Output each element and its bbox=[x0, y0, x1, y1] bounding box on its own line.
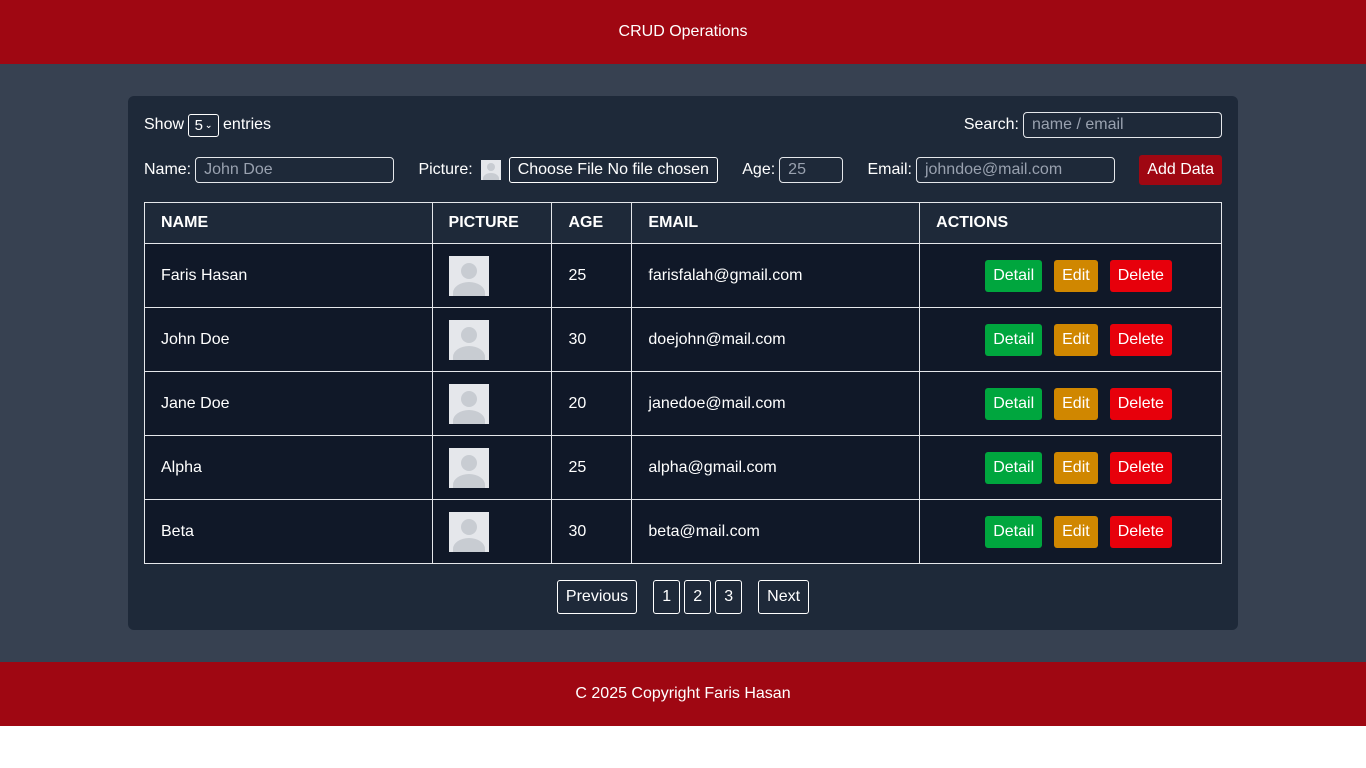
column-header-name: NAME bbox=[144, 202, 433, 244]
cell-age: 25 bbox=[551, 435, 633, 500]
detail-button[interactable]: Detail bbox=[985, 323, 1043, 356]
avatar bbox=[448, 511, 489, 552]
cell-picture bbox=[431, 435, 553, 500]
email-input[interactable]: johndoe@mail.com bbox=[915, 157, 1115, 183]
delete-button[interactable]: Delete bbox=[1109, 515, 1172, 548]
add-data-button[interactable]: Add Data bbox=[1139, 155, 1222, 185]
name-label: Name: bbox=[144, 161, 192, 178]
table-row: Beta 30 beta@mail.com Detail Edit Delete bbox=[144, 499, 1222, 564]
edit-button[interactable]: Edit bbox=[1054, 451, 1098, 484]
cell-name: Beta bbox=[144, 499, 433, 564]
column-header-email: EMAIL bbox=[631, 202, 921, 244]
table-controls: Show 5 ⌄ entries Search: name / email bbox=[144, 112, 1222, 138]
email-label: Email: bbox=[867, 161, 912, 178]
avatar bbox=[448, 255, 489, 296]
search-label: Search: bbox=[963, 116, 1019, 133]
add-data-form: Name: John Doe Picture: Choose File No f… bbox=[144, 155, 1222, 185]
column-header-age: AGE bbox=[551, 202, 633, 244]
cell-actions: Detail Edit Delete bbox=[919, 371, 1222, 436]
entries-select-value: 5 bbox=[194, 116, 203, 134]
cell-age: 30 bbox=[551, 307, 633, 372]
age-field-group: Age: 25 bbox=[742, 157, 844, 183]
avatar bbox=[448, 383, 489, 424]
top-header: CRUD Operations bbox=[0, 0, 1366, 64]
avatar bbox=[448, 447, 489, 488]
previous-page-button[interactable]: Previous bbox=[556, 580, 638, 614]
name-field-group: Name: John Doe bbox=[144, 157, 395, 183]
cell-picture bbox=[431, 243, 553, 308]
detail-button[interactable]: Detail bbox=[985, 515, 1043, 548]
chevron-down-icon: ⌄ bbox=[204, 119, 213, 130]
entries-label: entries bbox=[223, 116, 272, 133]
detail-button[interactable]: Detail bbox=[985, 387, 1043, 420]
cell-email: alpha@gmail.com bbox=[631, 435, 921, 500]
delete-button[interactable]: Delete bbox=[1109, 387, 1172, 420]
cell-age: 20 bbox=[551, 371, 633, 436]
cell-actions: Detail Edit Delete bbox=[919, 435, 1222, 500]
entries-control: Show 5 ⌄ entries bbox=[144, 113, 272, 137]
edit-button[interactable]: Edit bbox=[1054, 515, 1098, 548]
name-input[interactable]: John Doe bbox=[195, 157, 395, 183]
picture-preview-icon bbox=[480, 160, 501, 180]
picture-field-group: Picture: Choose File No file chosen bbox=[418, 157, 718, 183]
cell-age: 25 bbox=[551, 243, 633, 308]
column-header-picture: PICTURE bbox=[431, 202, 553, 244]
cell-name: John Doe bbox=[144, 307, 433, 372]
cell-email: beta@mail.com bbox=[631, 499, 921, 564]
show-label: Show bbox=[144, 116, 185, 133]
page-button-1[interactable]: 1 bbox=[653, 580, 681, 614]
cell-name: Faris Hasan bbox=[144, 243, 433, 308]
age-label: Age: bbox=[742, 161, 776, 178]
page-button-2[interactable]: 2 bbox=[684, 580, 712, 614]
table-row: Jane Doe 20 janedoe@mail.com Detail Edit… bbox=[144, 371, 1222, 436]
choose-file-button[interactable]: Choose File No file chosen bbox=[508, 157, 718, 183]
table-row: Alpha 25 alpha@gmail.com Detail Edit Del… bbox=[144, 435, 1222, 500]
pagination: Previous 1 2 3 Next bbox=[128, 580, 1238, 614]
cell-email: doejohn@mail.com bbox=[631, 307, 921, 372]
cell-name: Jane Doe bbox=[144, 371, 433, 436]
search-control: Search: name / email bbox=[964, 112, 1222, 138]
users-table: NAME PICTURE AGE EMAIL ACTIONS Faris Has… bbox=[144, 202, 1222, 564]
avatar bbox=[448, 319, 489, 360]
cell-actions: Detail Edit Delete bbox=[919, 243, 1222, 308]
next-page-button[interactable]: Next bbox=[758, 580, 810, 614]
page-footer: C 2025 Copyright Faris Hasan bbox=[0, 662, 1366, 726]
entries-select[interactable]: 5 ⌄ bbox=[188, 113, 220, 137]
cell-picture bbox=[431, 371, 553, 436]
copyright-text: C 2025 Copyright Faris Hasan bbox=[575, 685, 791, 702]
table-header-row: NAME PICTURE AGE EMAIL ACTIONS bbox=[144, 202, 1222, 244]
delete-button[interactable]: Delete bbox=[1109, 323, 1172, 356]
cell-picture bbox=[431, 499, 553, 564]
cell-email: farisfalah@gmail.com bbox=[631, 243, 921, 308]
search-input[interactable]: name / email bbox=[1023, 112, 1222, 138]
detail-button[interactable]: Detail bbox=[985, 259, 1043, 292]
edit-button[interactable]: Edit bbox=[1054, 259, 1098, 292]
cell-picture bbox=[431, 307, 553, 372]
email-field-group: Email: johndoe@mail.com bbox=[868, 157, 1115, 183]
edit-button[interactable]: Edit bbox=[1054, 387, 1098, 420]
cell-email: janedoe@mail.com bbox=[631, 371, 921, 436]
cell-age: 30 bbox=[551, 499, 633, 564]
table-row: Faris Hasan 25 farisfalah@gmail.com Deta… bbox=[144, 243, 1222, 308]
column-header-actions: ACTIONS bbox=[919, 202, 1222, 244]
edit-button[interactable]: Edit bbox=[1054, 323, 1098, 356]
picture-label: Picture: bbox=[418, 161, 473, 178]
delete-button[interactable]: Delete bbox=[1109, 451, 1172, 484]
age-input[interactable]: 25 bbox=[779, 157, 844, 183]
delete-button[interactable]: Delete bbox=[1109, 259, 1172, 292]
crud-card: Show 5 ⌄ entries Search: name / email Na… bbox=[128, 96, 1238, 630]
table-row: John Doe 30 doejohn@mail.com Detail Edit… bbox=[144, 307, 1222, 372]
cell-actions: Detail Edit Delete bbox=[919, 499, 1222, 564]
page-button-3[interactable]: 3 bbox=[715, 580, 743, 614]
cell-name: Alpha bbox=[144, 435, 433, 500]
cell-actions: Detail Edit Delete bbox=[919, 307, 1222, 372]
page-title: CRUD Operations bbox=[618, 23, 748, 40]
detail-button[interactable]: Detail bbox=[985, 451, 1043, 484]
